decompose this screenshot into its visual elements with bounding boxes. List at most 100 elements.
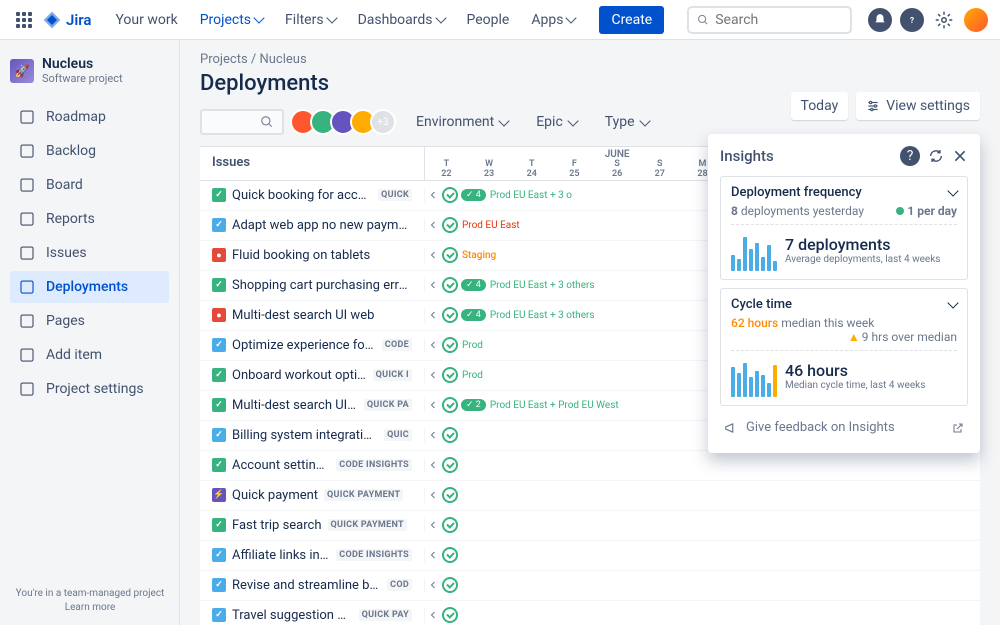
sidebar-item-backlog[interactable]: Backlog [10,135,169,167]
day-header: S27 [638,160,681,180]
deployment-frequency-card[interactable]: Deployment frequency 8 deployments yeste… [720,176,968,280]
issue-tag: QUICK PAYMENT [324,489,403,501]
sidebar-item-issues[interactable]: Issues [10,237,169,269]
sidebar-item-label: Deployments [46,279,128,295]
breadcrumb[interactable]: Projects / Nucleus [200,52,980,67]
issues-column-header: Issues [200,147,425,180]
nav-your-work[interactable]: Your work [105,4,187,36]
insights-panel: Insights ? Deployment frequency 8 deploy… [708,134,980,453]
jira-logo[interactable]: Jira [42,10,91,30]
check-icon [442,517,458,533]
issue-row[interactable]: ⚡Quick paymentQUICK PAYMENT [200,481,980,511]
issue-title: Multi-dest search UI web [232,308,374,323]
chevron-left-icon [427,609,439,621]
nav-projects[interactable]: Projects [190,4,273,36]
issue-tag: CODE [382,339,412,351]
check-icon [442,187,458,203]
sidebar-item-add-item[interactable]: Add item [10,339,169,371]
chevron-left-icon [427,189,439,201]
task-icon: ✓ [212,338,226,352]
issue-row[interactable]: ✓Affiliate links integrationCODE INSIGHT… [200,541,980,571]
app-switcher-icon[interactable] [12,8,36,32]
issue-row[interactable]: ✓Account settings defaultsCODE INSIGHTS [200,451,980,481]
issue-title: Adapt web app no new payments provider [232,218,412,233]
issue-tag: QUICK PAYMENT [328,519,407,531]
issue-title: Fluid booking on tablets [232,248,370,263]
sidebar-item-project-settings[interactable]: Project settings [10,373,169,405]
story-icon: ✓ [212,458,226,472]
settings-icon[interactable] [932,8,956,32]
nav-icon [18,346,36,364]
deploy-label: Prod EU East + 3 others [490,310,595,321]
story-icon: ✓ [212,188,226,202]
deploy-label: Prod EU East + 3 others [490,280,595,291]
check-icon [442,547,458,563]
megaphone-icon [724,421,738,435]
sidebar-item-pages[interactable]: Pages [10,305,169,337]
card-title: Deployment frequency [731,185,862,200]
filter-type[interactable]: Type [597,108,657,136]
chevron-down-icon [326,12,337,23]
task-icon: ✓ [212,548,226,562]
sidebar-item-reports[interactable]: Reports [10,203,169,235]
search-input[interactable] [687,6,852,34]
sidebar-item-label: Project settings [46,381,144,397]
nav-icon [18,108,36,126]
issue-row[interactable]: ✓Travel suggestion experimentsQUICK PAY [200,601,980,625]
nav-apps[interactable]: Apps [521,4,585,36]
frequency-sparkline [731,235,777,271]
issue-row[interactable]: ✓Fast trip searchQUICK PAYMENT [200,511,980,541]
chevron-left-icon [427,459,439,471]
issue-tag: CODE INSIGHTS [336,459,412,471]
issue-search[interactable] [200,109,284,135]
feedback-link[interactable]: Give feedback on Insights [720,414,968,441]
sidebar-item-label: Backlog [46,143,96,159]
nav-icon [18,380,36,398]
deploy-label: Prod EU East + 3 o [490,190,572,201]
notifications-icon[interactable] [868,8,892,32]
sidebar-item-board[interactable]: Board [10,169,169,201]
create-button[interactable]: Create [599,6,664,34]
close-icon[interactable] [952,148,968,164]
sidebar-item-roadmap[interactable]: Roadmap [10,101,169,133]
chevron-left-icon [427,429,439,441]
filter-epic[interactable]: Epic [528,108,585,136]
check-icon [442,277,458,293]
issue-row[interactable]: ✓Revise and streamline booking flowCOD [200,571,980,601]
chevron-left-icon [427,549,439,561]
check-icon [442,577,458,593]
bug-icon: ● [212,308,226,322]
refresh-icon[interactable] [928,148,944,164]
epic-icon: ⚡ [212,488,226,502]
filter-environment[interactable]: Environment [408,108,516,136]
cycle-sparkline [731,361,777,397]
cycle-label: Median cycle time, last 4 weeks [785,380,925,392]
task-icon: ✓ [212,608,226,622]
nav-dashboards[interactable]: Dashboards [348,4,455,36]
nav-icon [18,278,36,296]
insights-title: Insights [720,147,774,165]
issue-tag: QUICK PA [364,399,412,411]
avatar-more[interactable]: +3 [370,109,396,135]
view-settings-button[interactable]: View settings [856,92,980,120]
chevron-left-icon [427,309,439,321]
cycle-time-card[interactable]: Cycle time 62 hours median this week ▲9 … [720,288,968,406]
help-icon[interactable]: ? [900,8,924,32]
nav-filters[interactable]: Filters [275,4,346,36]
project-type: Software project [42,72,123,85]
chevron-left-icon [427,219,439,231]
issue-tag: CODE INSIGHTS [336,549,412,561]
today-button[interactable]: Today [791,92,849,120]
bug-icon: ● [212,248,226,262]
sidebar-item-deployments[interactable]: Deployments [10,271,169,303]
cycle-value: 46 hours [785,361,925,380]
sidebar-item-label: Pages [46,313,85,329]
assignee-avatars[interactable]: +3 [296,109,396,135]
help-icon[interactable]: ? [900,146,920,166]
user-avatar[interactable] [964,8,988,32]
story-icon: ✓ [212,368,226,382]
chevron-left-icon [427,249,439,261]
story-icon: ✓ [212,518,226,532]
nav-people[interactable]: People [457,4,520,36]
learn-more-link[interactable]: Learn more [10,602,170,613]
